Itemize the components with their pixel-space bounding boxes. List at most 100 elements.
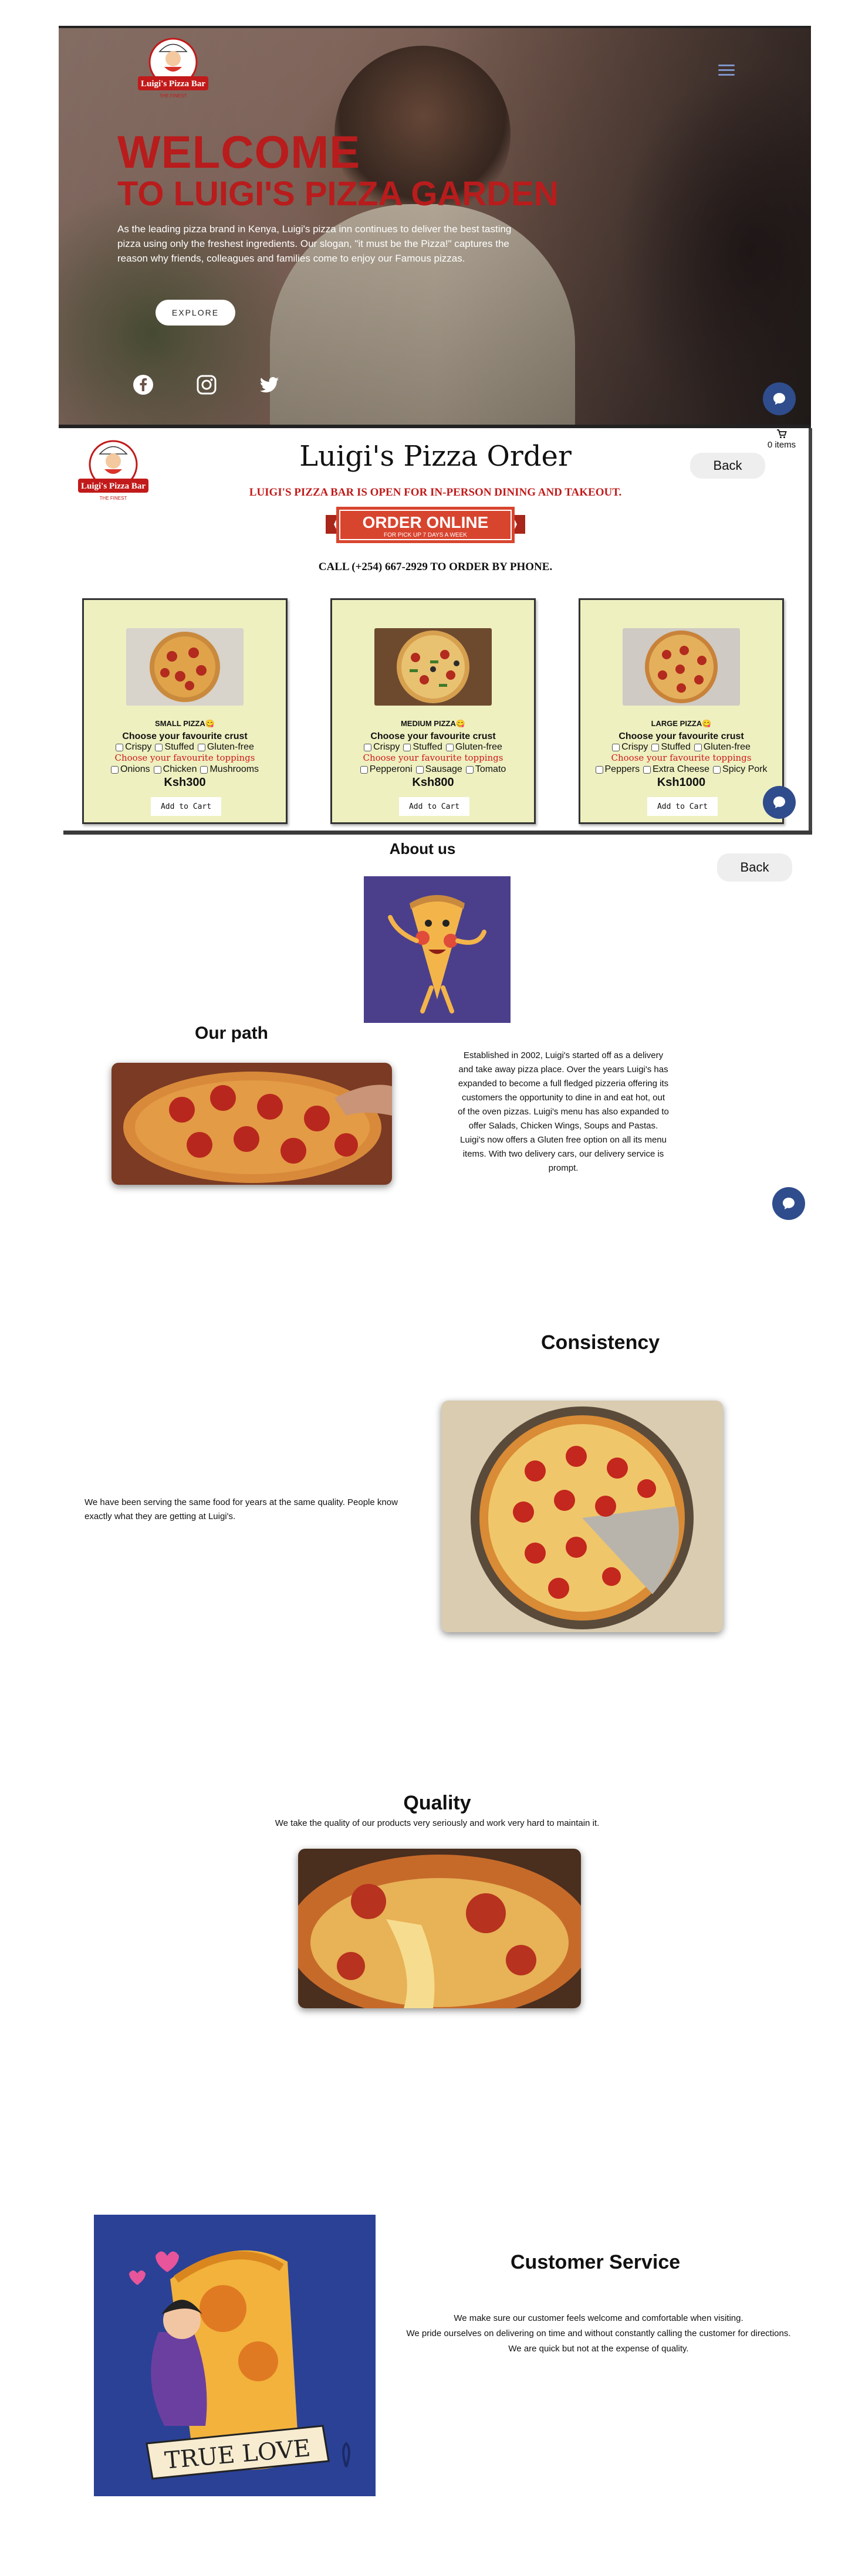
medium-pizza-image bbox=[374, 628, 492, 706]
crust-option-stuffed[interactable]: Stuffed bbox=[155, 742, 194, 753]
facebook-icon[interactable] bbox=[133, 374, 154, 395]
large-pizza-image bbox=[623, 628, 740, 706]
option-label: Spicy Pork bbox=[722, 764, 768, 774]
hero-title-line1: WELCOME bbox=[117, 126, 361, 178]
option-label: Stuffed bbox=[413, 742, 442, 752]
large-crust-heading: Choose your favourite crust bbox=[618, 731, 744, 741]
true-love-illustration: TRUE LOVE bbox=[94, 2215, 376, 2496]
option-label: Tomato bbox=[475, 764, 506, 774]
topping-option-pepperoni[interactable]: Pepperoni bbox=[360, 764, 413, 775]
small-pizza-image bbox=[126, 628, 244, 706]
topping-option-tomato[interactable]: Tomato bbox=[465, 764, 506, 775]
checkbox[interactable] bbox=[713, 765, 721, 774]
checkbox[interactable] bbox=[465, 765, 474, 774]
large-pizza-title: LARGE PIZZA😋 bbox=[651, 719, 712, 728]
checkbox[interactable] bbox=[197, 743, 205, 751]
crust-option-crispy[interactable]: Crispy bbox=[116, 742, 151, 753]
our-path-pizza-photo bbox=[111, 1063, 392, 1185]
order-back-button[interactable]: Back bbox=[690, 453, 765, 479]
crust-option-crispy[interactable]: Crispy bbox=[364, 742, 400, 753]
product-card-large: LARGE PIZZA😋 Choose your favourite crust… bbox=[579, 598, 784, 824]
quality-heading: Quality bbox=[403, 1792, 471, 1814]
add-to-cart-button-medium[interactable]: Add to Cart bbox=[399, 797, 469, 816]
hamburger-menu-icon[interactable] bbox=[718, 65, 735, 76]
consistency-text: We have been serving the same food for y… bbox=[84, 1497, 398, 1521]
small-topping-options: Onions Chicken Mushrooms bbox=[84, 764, 286, 777]
customer-service-line: We make sure our customer feels welcome … bbox=[454, 2313, 743, 2323]
topping-option-spicy-pork[interactable]: Spicy Pork bbox=[713, 764, 768, 775]
hero-logo[interactable]: Luigi's Pizza Bar THE FINEST bbox=[129, 34, 217, 104]
product-card-medium: MEDIUM PIZZA😋 Choose your favourite crus… bbox=[330, 598, 536, 824]
topping-option-sausage[interactable]: Sausage bbox=[415, 764, 462, 775]
option-label: Mushrooms bbox=[209, 764, 259, 774]
checkbox[interactable] bbox=[153, 765, 161, 774]
small-pizza-title: SMALL PIZZA😋 bbox=[155, 719, 215, 728]
crust-option-crispy[interactable]: Crispy bbox=[612, 742, 648, 753]
hero-description: As the leading pizza brand in Kenya, Lui… bbox=[117, 223, 512, 264]
crust-option-stuffed[interactable]: Stuffed bbox=[651, 742, 691, 753]
add-to-cart-button-large[interactable]: Add to Cart bbox=[647, 797, 718, 816]
checkbox[interactable] bbox=[155, 743, 163, 751]
topping-option-onions[interactable]: Onions bbox=[110, 764, 150, 775]
explore-button[interactable]: EXPLORE bbox=[156, 300, 235, 326]
checkbox[interactable] bbox=[694, 743, 702, 751]
chat-icon[interactable] bbox=[772, 1187, 805, 1220]
checkbox[interactable] bbox=[595, 765, 603, 774]
checkbox[interactable] bbox=[110, 765, 119, 774]
option-label: Gluten-free bbox=[703, 742, 751, 752]
crust-option-gluten-free[interactable]: Gluten-free bbox=[445, 742, 502, 753]
cart-count: 0 items bbox=[767, 440, 796, 450]
checkbox[interactable] bbox=[415, 765, 424, 774]
crust-option-gluten-free[interactable]: Gluten-free bbox=[197, 742, 254, 753]
about-title: About us bbox=[389, 840, 456, 857]
hero-logo-text: Luigi's Pizza Bar bbox=[141, 79, 205, 89]
checkbox[interactable] bbox=[612, 743, 620, 751]
crust-option-gluten-free[interactable]: Gluten-free bbox=[694, 742, 751, 753]
checkbox[interactable] bbox=[643, 765, 651, 774]
checkbox[interactable] bbox=[445, 743, 454, 751]
option-label: Sausage bbox=[425, 764, 462, 774]
option-label: Gluten-free bbox=[455, 742, 502, 752]
cart-widget[interactable]: 0 items bbox=[752, 428, 811, 450]
customer-service-text: We make sure our customer feels welcome … bbox=[381, 2311, 816, 2357]
medium-pizza-title: MEDIUM PIZZA😋 bbox=[400, 719, 466, 728]
option-label: Gluten-free bbox=[207, 742, 254, 752]
chat-icon[interactable] bbox=[763, 786, 796, 819]
checkbox[interactable] bbox=[651, 743, 660, 751]
checkbox[interactable] bbox=[200, 765, 208, 774]
add-to-cart-button-small[interactable]: Add to Cart bbox=[151, 797, 221, 816]
topping-option-peppers[interactable]: Peppers bbox=[595, 764, 640, 775]
medium-pizza-price: Ksh800 bbox=[412, 776, 454, 789]
checkbox[interactable] bbox=[403, 743, 411, 751]
topping-option-chicken[interactable]: Chicken bbox=[153, 764, 197, 775]
cart-icon[interactable] bbox=[776, 429, 787, 439]
medium-toppings-heading: Choose your favourite toppings bbox=[363, 753, 503, 763]
about-back-button[interactable]: Back bbox=[717, 853, 792, 882]
option-label: Onions bbox=[120, 764, 150, 774]
topping-option-mushrooms[interactable]: Mushrooms bbox=[200, 764, 259, 775]
small-toppings-heading: Choose your favourite toppings bbox=[114, 753, 255, 763]
order-online-subtext: FOR PICK UP 7 DAYS A WEEK bbox=[384, 532, 467, 538]
twitter-icon[interactable] bbox=[259, 374, 280, 395]
small-crust-heading: Choose your favourite crust bbox=[122, 731, 248, 741]
option-label: Extra Cheese bbox=[653, 764, 710, 774]
order-section: Luigi's Pizza Bar THE FINEST Luigi's Piz… bbox=[59, 428, 812, 833]
checkbox[interactable] bbox=[364, 743, 372, 751]
crust-option-stuffed[interactable]: Stuffed bbox=[403, 742, 442, 753]
option-label: Pepperoni bbox=[369, 764, 413, 774]
instagram-icon[interactable] bbox=[196, 374, 217, 395]
checkbox[interactable] bbox=[116, 743, 124, 751]
option-label: Crispy bbox=[621, 742, 648, 752]
topping-option-extra-cheese[interactable]: Extra Cheese bbox=[643, 764, 709, 775]
section-divider bbox=[63, 831, 812, 835]
checkbox[interactable] bbox=[360, 765, 368, 774]
option-label: Stuffed bbox=[164, 742, 194, 752]
hero-section: Luigi's Pizza Bar THE FINEST WELCOME TO … bbox=[59, 26, 811, 428]
hero-title-line2: TO LUIGI'S PIZZA GARDEN bbox=[117, 175, 559, 213]
chat-icon[interactable] bbox=[763, 382, 796, 415]
option-label: Chicken bbox=[163, 764, 197, 774]
order-online-banner[interactable]: ORDER ONLINE FOR PICK UP 7 DAYS A WEEK bbox=[326, 504, 525, 547]
consistency-heading: Consistency bbox=[541, 1331, 660, 1354]
call-to-order: CALL (+254) 667-2929 TO ORDER BY PHONE. bbox=[318, 561, 553, 573]
hero-title: WELCOME TO LUIGI'S PIZZA GARDEN bbox=[117, 129, 559, 211]
